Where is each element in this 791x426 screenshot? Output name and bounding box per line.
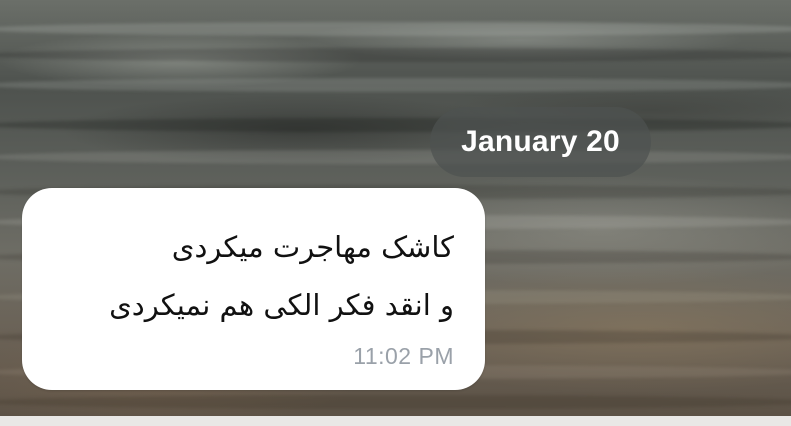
date-separator-label: January 20 [461,125,620,158]
date-separator: January 20 [430,107,651,177]
input-bar-edge [0,416,791,426]
incoming-message-bubble[interactable]: کاشک مهاجرت میکردی و انقد فکر الکی هم نم… [22,188,485,390]
message-text: کاشک مهاجرت میکردی و انقد فکر الکی هم نم… [109,230,454,322]
message-timestamp: 11:02 PM [353,343,454,369]
